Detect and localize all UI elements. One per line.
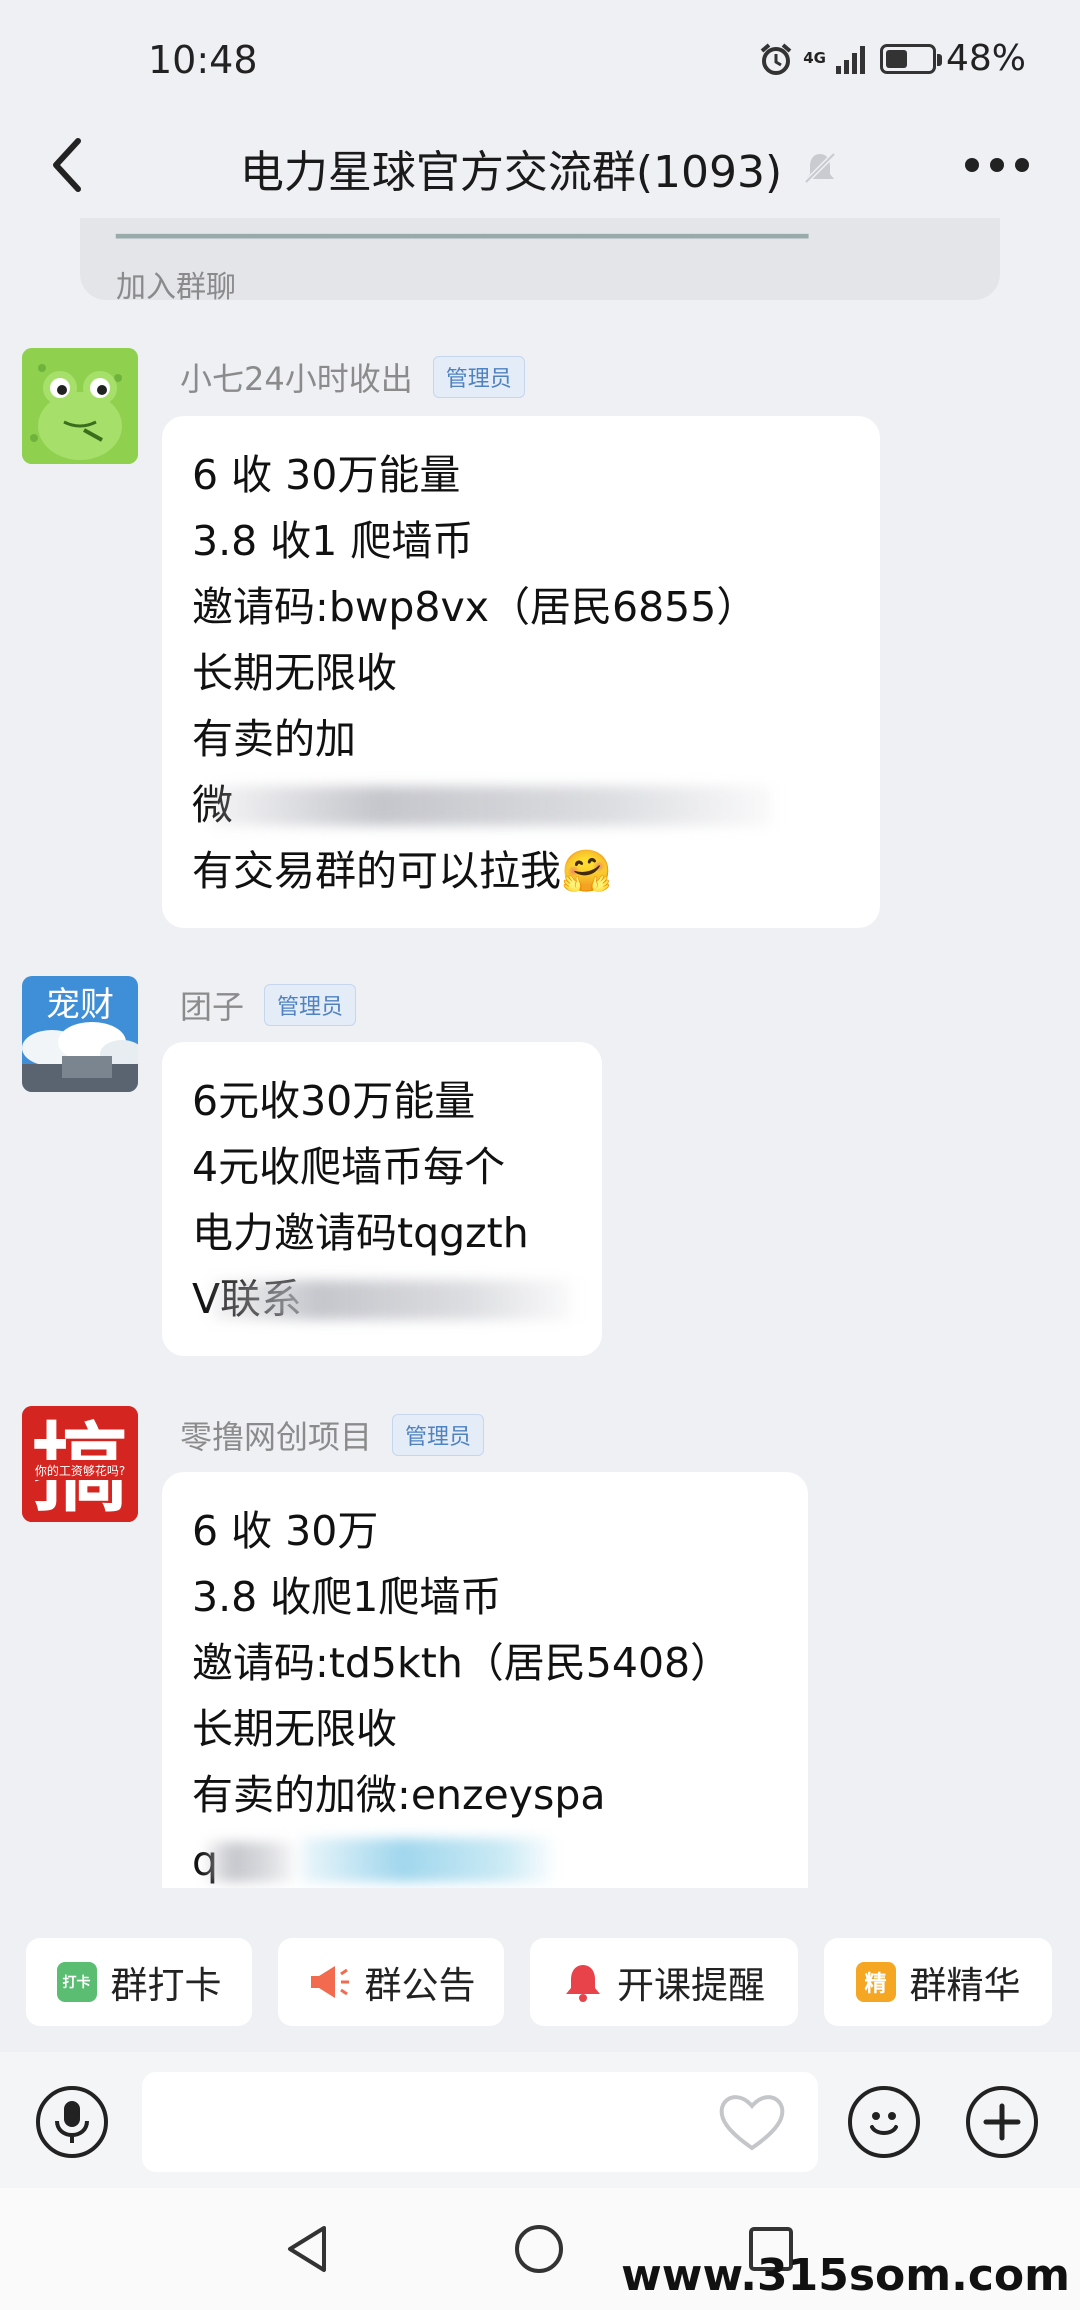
battery-icon [879,43,942,74]
bell-icon [566,1965,600,2002]
class-reminder-button[interactable]: 开课提醒 [530,1938,798,2026]
chat-title-bar: 电力星球官方交流群(1093) [0,136,1080,200]
message-line: 有卖的加微:enzeyspa [192,1771,606,1819]
page-title: 电力星球官方交流群(1093) [239,147,783,198]
group-highlights-button[interactable]: 精 群精华 [824,1938,1052,2026]
message-line: 长期无限收 [192,1705,397,1753]
avatar-red[interactable]: 搞 你的工资够花吗? [22,1406,138,1522]
sender-name[interactable]: 团子 [180,982,244,1028]
admin-badge: 管理员 [432,356,525,398]
status-time: 10:48 [148,38,258,82]
admin-badge: 管理员 [264,984,357,1026]
notice-text: 加入群聊 [116,270,236,300]
message-line: 邀请码:td5kth（居民5408） [192,1639,732,1687]
mute-bell-icon [804,152,836,184]
message-line: 长期无限收 [192,649,397,697]
nav-back-icon[interactable] [282,2222,332,2276]
group-checkin-button[interactable]: 打卡 群打卡 [26,1938,252,2026]
status-icons: 4G 48% [759,38,1026,79]
chip-label: 群公告 [364,1964,476,2007]
message-line: 3.8 收1 爬墙币 [192,517,474,565]
message-line: 邀请码:bwp8vx（居民6855） [192,583,758,631]
message-line-redacted: V联系 [192,1266,572,1332]
signal-icon [835,45,865,74]
nav-home-icon[interactable] [512,2222,566,2276]
megaphone-icon [310,1966,349,1998]
sky-avatar-icon: 宠财 [22,976,138,1092]
message-line: 6 收 30万能量 [192,451,461,499]
redaction-blur [212,1280,572,1320]
add-more-icon[interactable] [966,2086,1038,2158]
frog-icon [22,348,138,464]
highlights-icon: 精 [855,1962,896,2002]
chip-label: 群打卡 [110,1964,222,2007]
message-line: 6元收30万能量 [192,1077,476,1125]
notice-cut-text: ▁▁▁▁▁▁▁▁▁▁▁▁▁▁▁▁▁▁▁▁▁▁▁▁▁▁▁▁▁▁ [116,218,809,239]
message-header: 零撸网创项目 管理员 [180,1412,485,1458]
avatar-subtext: 你的工资够花吗? [35,1463,125,1478]
avatar-frog[interactable] [22,348,138,464]
message-line: 3.8 收爬1爬墙币 [192,1573,502,1621]
group-announcement-button[interactable]: 群公告 [278,1938,504,2026]
message-line: 4元收爬墙币每个 [192,1143,506,1191]
chip-label: 群精华 [909,1964,1021,2007]
message-header: 团子 管理员 [180,982,357,1028]
system-notice: ▁▁▁▁▁▁▁▁▁▁▁▁▁▁▁▁▁▁▁▁▁▁▁▁▁▁▁▁▁▁ 加入群聊 [80,218,1000,300]
sender-name[interactable]: 零撸网创项目 [180,1412,372,1458]
redaction-blur [212,786,772,826]
admin-badge: 管理员 [392,1414,485,1456]
heart-icon[interactable] [716,2090,788,2154]
message-line-redacted: 微 [192,772,850,838]
network-label: 4G [803,49,826,67]
sender-name[interactable]: 小七24小时收出 [180,354,413,400]
checkin-icon: 打卡 [56,1962,97,2002]
message-line: 有卖的加 [192,715,356,763]
redaction-blur [206,1842,296,1882]
alarm-icon [760,42,792,75]
message-bubble[interactable]: 6 收 30万 3.8 收爬1爬墙币 邀请码:td5kth（居民5408） 长期… [162,1472,808,1888]
emoji-icon[interactable] [848,2086,920,2158]
redaction-blur [302,1838,552,1882]
message-bubble[interactable]: 6元收30万能量 4元收爬墙币每个 电力邀请码tqgzth V联系 [162,1042,602,1356]
avatar-sky[interactable]: 宠财 [22,976,138,1092]
message-bubble[interactable]: 6 收 30万能量 3.8 收1 爬墙币 邀请码:bwp8vx（居民6855） … [162,416,880,928]
message-line: 6 收 30万 [192,1507,379,1555]
watermark-text: www.315som.com [621,2250,1070,2301]
voice-input-icon[interactable] [36,2086,108,2158]
message-line-redacted: q [192,1828,778,1888]
message-line: 电力邀请码tqgzth [192,1209,529,1257]
red-logo-icon: 搞 你的工资够花吗? [22,1406,138,1522]
more-options-icon[interactable] [962,150,1032,180]
chip-label: 开课提醒 [617,1964,765,2007]
message-line: 有交易群的可以拉我🤗 [192,847,613,895]
battery-percent: 48% [945,38,1026,79]
message-header: 小七24小时收出 管理员 [180,354,525,400]
avatar-text: 宠财 [46,985,114,1025]
